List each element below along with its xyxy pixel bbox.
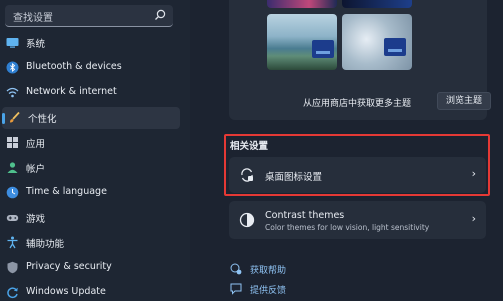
- monitor-icon: [6, 38, 19, 48]
- sidebar-item-accounts[interactable]: 帐户: [0, 157, 182, 179]
- sidebar: 查找设置 系统 Bluetooth & devices Network & in…: [0, 0, 190, 301]
- sidebar-item-label: Windows Update: [26, 286, 106, 297]
- sidebar-item-gaming[interactable]: 游戏: [0, 207, 182, 229]
- give-feedback-label[interactable]: 提供反馈: [250, 283, 286, 296]
- contrast-themes-row[interactable]: Contrast themes Color themes for low vis…: [229, 201, 486, 239]
- sidebar-item-time-language[interactable]: Time & language: [0, 182, 182, 204]
- get-help-label[interactable]: 获取帮助: [250, 263, 286, 276]
- contrast-icon: [239, 212, 255, 228]
- chevron-right-icon: ›: [471, 212, 476, 225]
- shield-icon: [7, 261, 18, 274]
- sidebar-item-label: Privacy & security: [26, 261, 112, 272]
- search-box[interactable]: 查找设置: [5, 5, 173, 27]
- contrast-themes-title: Contrast themes: [265, 210, 345, 221]
- theme-thumbnail-flow[interactable]: [342, 14, 412, 70]
- sidebar-item-accessibility[interactable]: 辅助功能: [0, 232, 182, 254]
- theme-thumbnail-bloom[interactable]: [342, 0, 412, 8]
- search-input[interactable]: 查找设置: [13, 9, 53, 24]
- store-themes-text: 从应用商店中获取更多主题: [303, 99, 412, 109]
- globe-clock-icon: [6, 186, 19, 199]
- bluetooth-icon: [6, 61, 19, 74]
- main-content: 从应用商店中获取更多主题 浏览主题 相关设置 桌面图标设置 › Contrast…: [190, 0, 503, 301]
- sidebar-item-label: 系统: [26, 39, 46, 50]
- sidebar-item-label: 辅助功能: [26, 239, 65, 250]
- brush-icon: [10, 111, 20, 123]
- sidebar-item-label: Network & internet: [26, 86, 117, 97]
- sidebar-item-label: 帐户: [26, 164, 46, 175]
- sidebar-item-label: 应用: [26, 139, 46, 150]
- sidebar-item-system[interactable]: 系统: [0, 32, 182, 54]
- sidebar-item-bluetooth[interactable]: Bluetooth & devices: [0, 57, 182, 79]
- sidebar-item-windows-update[interactable]: Windows Update: [0, 282, 182, 301]
- sidebar-item-label: Bluetooth & devices: [26, 61, 122, 72]
- theme-thumbnail-glow[interactable]: [267, 0, 337, 8]
- feedback-icon: [230, 283, 242, 295]
- theme-thumbnail-lake[interactable]: [267, 14, 337, 70]
- contrast-themes-subtitle: Color themes for low vision, light sensi…: [265, 223, 430, 232]
- help-icon: [230, 263, 242, 275]
- sidebar-item-label: Time & language: [26, 186, 107, 197]
- sidebar-item-label: 游戏: [26, 214, 46, 225]
- search-icon[interactable]: [153, 8, 167, 22]
- highlight-box: [224, 134, 490, 196]
- update-icon: [7, 287, 18, 299]
- sidebar-item-privacy[interactable]: Privacy & security: [0, 257, 182, 279]
- sidebar-item-personalization[interactable]: 个性化: [2, 107, 180, 129]
- sidebar-item-apps[interactable]: 应用: [0, 132, 182, 154]
- browse-themes-button[interactable]: 浏览主题: [437, 92, 491, 110]
- themes-panel: 从应用商店中获取更多主题 浏览主题: [229, 0, 491, 120]
- gamepad-icon: [6, 215, 19, 221]
- person-icon: [7, 162, 18, 173]
- apps-icon: [7, 137, 18, 148]
- give-feedback-link[interactable]: 提供反馈: [230, 282, 310, 296]
- active-indicator: [2, 113, 5, 124]
- wifi-icon: [6, 87, 19, 98]
- accessibility-icon: [7, 236, 18, 249]
- get-help-link[interactable]: 获取帮助: [230, 262, 310, 276]
- sidebar-item-label: 个性化: [28, 114, 57, 125]
- sidebar-item-network[interactable]: Network & internet: [0, 82, 182, 104]
